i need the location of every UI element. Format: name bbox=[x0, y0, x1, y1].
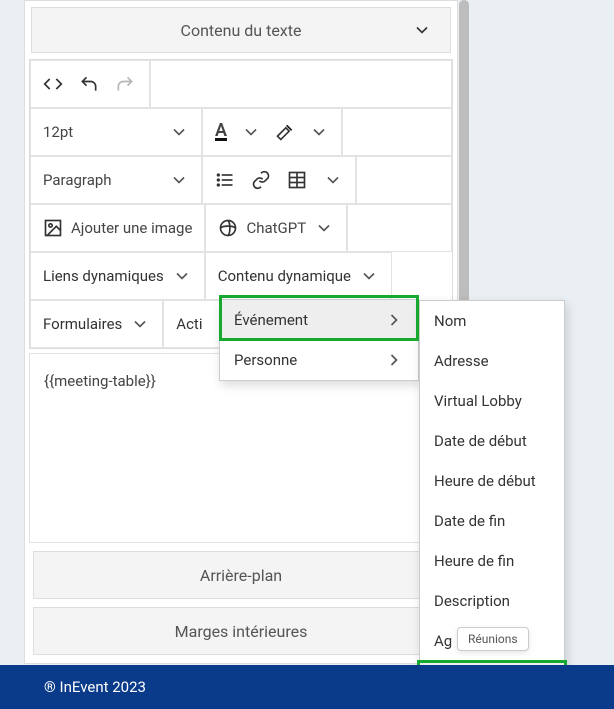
section-title: Contenu du texte bbox=[181, 21, 302, 40]
code-icon[interactable] bbox=[43, 74, 63, 94]
redo-icon[interactable] bbox=[115, 74, 135, 94]
section-background-label: Arrière-plan bbox=[200, 566, 282, 585]
section-padding-label: Marges intérieures bbox=[175, 622, 308, 641]
chevron-down-icon bbox=[169, 122, 189, 142]
chatgpt-icon bbox=[218, 218, 238, 238]
editor-content[interactable]: {{meeting-table}} bbox=[29, 353, 453, 543]
content-token: {{meeting-table}} bbox=[44, 372, 156, 390]
add-image-label: Ajouter une image bbox=[71, 219, 192, 237]
chevron-down-icon[interactable] bbox=[241, 122, 261, 142]
chevron-right-icon bbox=[384, 310, 404, 330]
submenu-item-description[interactable]: Description bbox=[420, 581, 564, 621]
list-icon[interactable] bbox=[215, 170, 235, 190]
dynamic-content-dropdown[interactable]: Contenu dynamique bbox=[205, 252, 392, 300]
submenu-item-start-date[interactable]: Date de début bbox=[420, 421, 564, 461]
toolbar-spacer bbox=[150, 60, 452, 108]
submenu-label: Description bbox=[434, 592, 510, 610]
toolbar-group-color: A bbox=[202, 108, 342, 156]
dynamic-content-label: Contenu dynamique bbox=[218, 267, 351, 285]
dynamic-content-menu: Événement Personne bbox=[219, 299, 419, 381]
submenu-item-virtual-lobby[interactable]: Virtual Lobby bbox=[420, 381, 564, 421]
submenu-label: Virtual Lobby bbox=[434, 392, 522, 410]
section-header-padding[interactable]: Marges intérieures bbox=[33, 607, 449, 655]
toolbar-group-history bbox=[30, 60, 150, 108]
footer-text: ® InEvent 2023 bbox=[44, 678, 146, 696]
submenu-label: Heure de fin bbox=[434, 552, 514, 570]
toolbar-spacer bbox=[356, 156, 452, 204]
chevron-down-icon bbox=[412, 20, 432, 40]
chatgpt-button[interactable]: ChatGPT bbox=[205, 204, 347, 252]
font-size-value: 12pt bbox=[43, 123, 73, 141]
toolbar-spacer bbox=[347, 204, 452, 252]
dynamic-links-dropdown[interactable]: Liens dynamiques bbox=[30, 252, 205, 300]
scrollbar[interactable] bbox=[459, 0, 469, 316]
menu-item-label: Événement bbox=[234, 311, 308, 329]
dynamic-links-label: Liens dynamiques bbox=[43, 267, 164, 285]
submenu-label: Nom bbox=[434, 312, 466, 330]
toolbar-group-insert bbox=[202, 156, 356, 204]
chevron-down-icon[interactable] bbox=[323, 170, 343, 190]
submenu-item-end-time[interactable]: Heure de fin bbox=[420, 541, 564, 581]
text-color-button[interactable]: A bbox=[215, 124, 227, 141]
chevron-right-icon bbox=[384, 350, 404, 370]
scrollbar-thumb[interactable] bbox=[459, 0, 469, 316]
activity-label: Acti bbox=[176, 315, 202, 333]
submenu-label: Date de début bbox=[434, 432, 527, 450]
chevron-down-icon bbox=[169, 170, 189, 190]
chevron-down-icon bbox=[314, 218, 334, 238]
submenu-item-end-date[interactable]: Date de fin bbox=[420, 501, 564, 541]
block-format-select[interactable]: Paragraph bbox=[30, 156, 202, 204]
forms-label: Formulaires bbox=[43, 315, 122, 333]
tooltip-text: Réunions bbox=[468, 632, 518, 646]
submenu-label: Ag bbox=[434, 632, 452, 650]
chatgpt-label: ChatGPT bbox=[246, 219, 306, 237]
submenu-item-address[interactable]: Adresse bbox=[420, 341, 564, 381]
text-color-icon: A bbox=[215, 124, 227, 141]
image-icon bbox=[43, 218, 63, 238]
highlight-icon[interactable] bbox=[275, 122, 295, 142]
submenu-label: Adresse bbox=[434, 352, 489, 370]
section-header-background[interactable]: Arrière-plan bbox=[33, 551, 449, 599]
menu-item-label: Personne bbox=[234, 351, 297, 369]
section-header-text-content[interactable]: Contenu du texte bbox=[31, 7, 451, 53]
font-size-select[interactable]: 12pt bbox=[30, 108, 202, 156]
menu-item-event[interactable]: Événement bbox=[220, 300, 418, 340]
block-format-value: Paragraph bbox=[43, 171, 112, 189]
add-image-button[interactable]: Ajouter une image bbox=[30, 204, 205, 252]
undo-icon[interactable] bbox=[79, 74, 99, 94]
menu-item-person[interactable]: Personne bbox=[220, 340, 418, 380]
tooltip-meetings: Réunions bbox=[457, 627, 529, 651]
submenu-label: Heure de début bbox=[434, 472, 536, 490]
submenu-item-start-time[interactable]: Heure de début bbox=[420, 461, 564, 501]
submenu-item-name[interactable]: Nom bbox=[420, 301, 564, 341]
chevron-down-icon bbox=[359, 266, 379, 286]
chevron-down-icon bbox=[130, 314, 150, 334]
link-icon[interactable] bbox=[251, 170, 271, 190]
footer: ® InEvent 2023 bbox=[0, 665, 614, 709]
activity-dropdown[interactable]: Acti bbox=[163, 300, 223, 348]
chevron-down-icon bbox=[172, 266, 192, 286]
chevron-down-icon[interactable] bbox=[309, 122, 329, 142]
submenu-label: Date de fin bbox=[434, 512, 505, 530]
toolbar-spacer bbox=[342, 108, 452, 156]
forms-dropdown[interactable]: Formulaires bbox=[30, 300, 163, 348]
table-icon[interactable] bbox=[287, 170, 307, 190]
